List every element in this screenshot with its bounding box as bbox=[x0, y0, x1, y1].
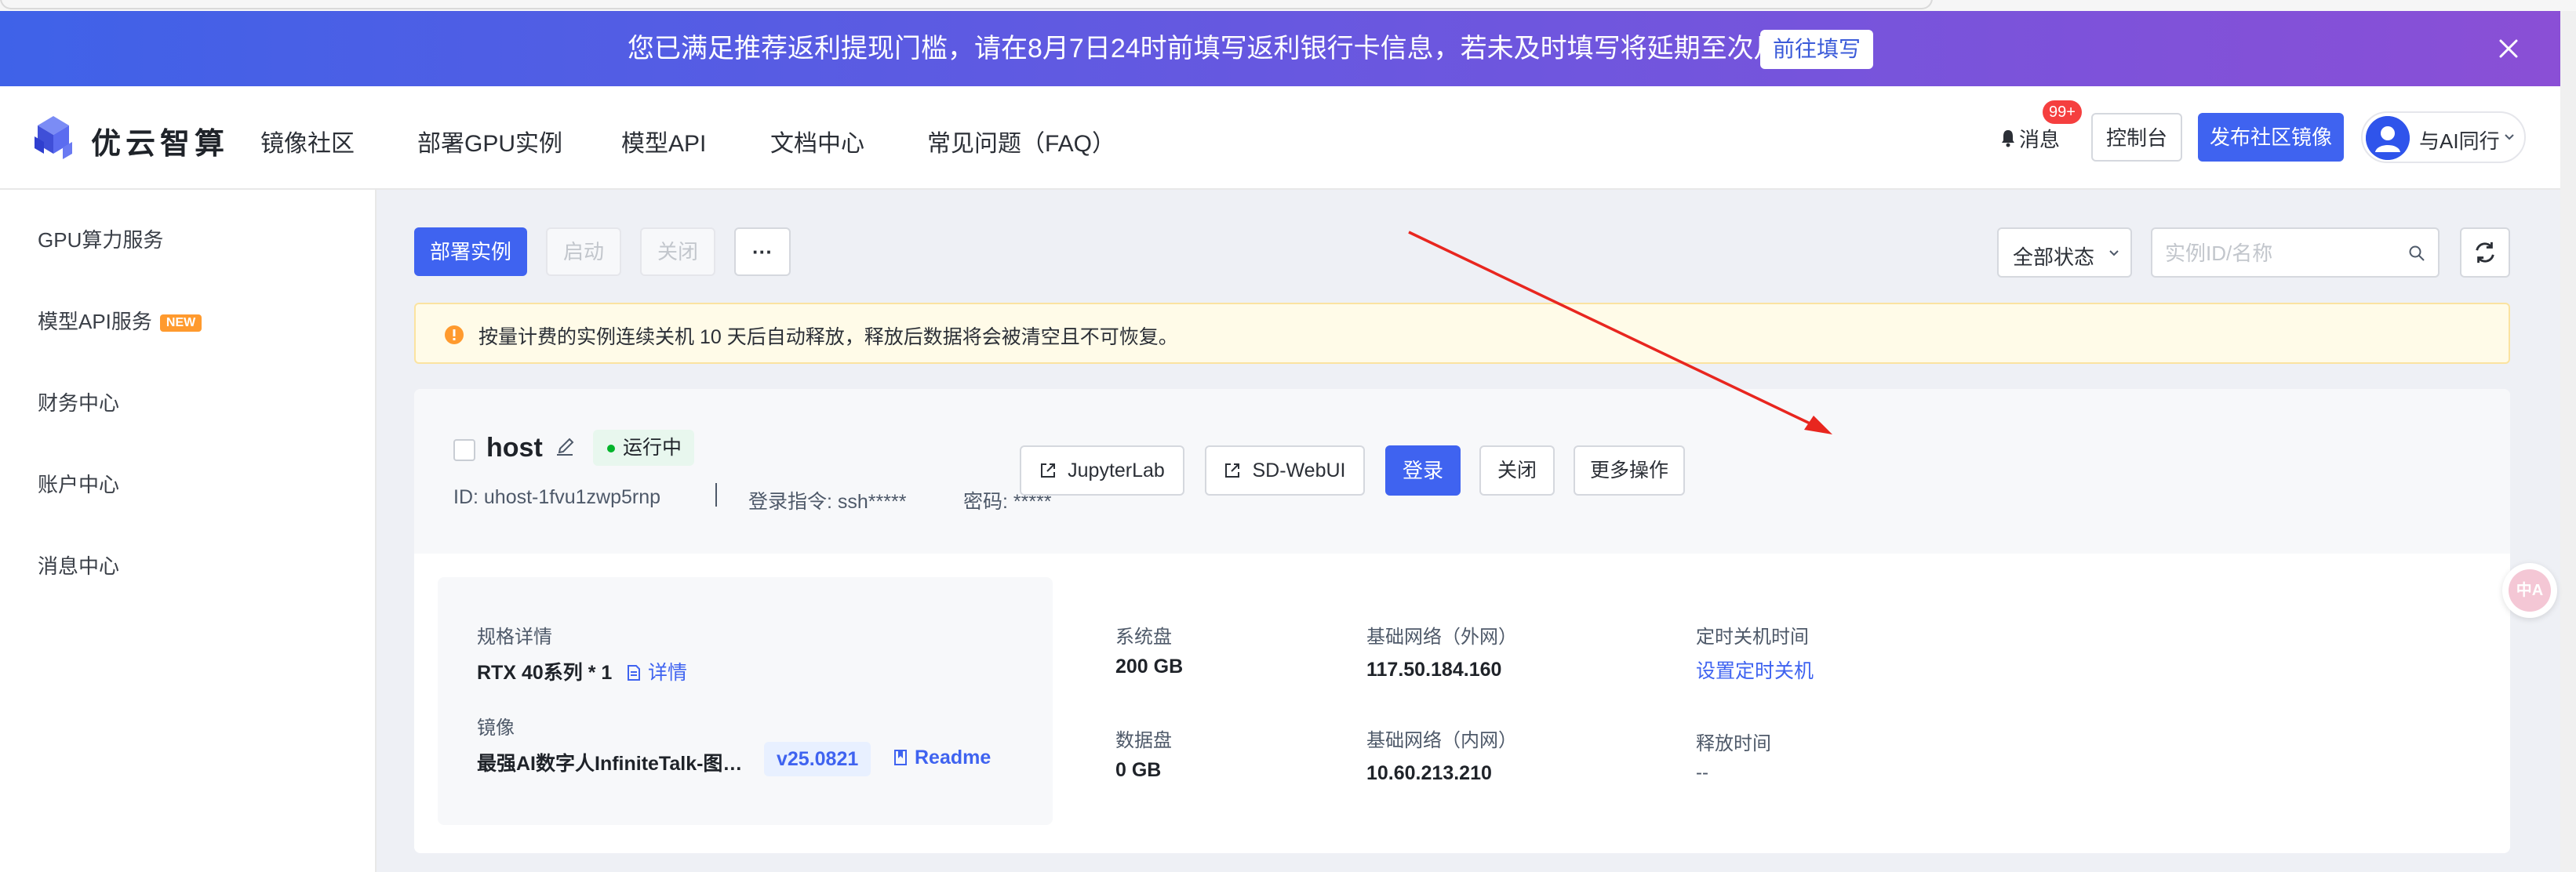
release-notice: 按量计费的实例连续关机 10 天后自动释放，释放后数据将会被清空且不可恢复。 bbox=[414, 303, 2510, 364]
spec-label: 规格详情 bbox=[477, 627, 552, 648]
instance-search bbox=[2151, 227, 2440, 278]
avatar bbox=[2366, 116, 2410, 160]
chevron-down-icon bbox=[2109, 250, 2119, 256]
user-name: 与AI同行 bbox=[2419, 129, 2500, 153]
banner-text: 您已满足推荐返利提现门槛，请在8月7日24时前填写返利银行卡信息，若未及时填写将… bbox=[628, 34, 1807, 64]
sidebar-item-gpu[interactable]: GPU算力服务 bbox=[38, 224, 163, 253]
release-time-value: -- bbox=[1696, 762, 1708, 783]
internal-network-label: 基础网络（内网） bbox=[1366, 730, 1517, 751]
chevron-down-icon bbox=[2505, 134, 2514, 140]
search-icon[interactable] bbox=[2408, 245, 2425, 262]
data-disk-label: 数据盘 bbox=[1115, 730, 1172, 751]
close-icon[interactable] bbox=[2494, 35, 2523, 63]
internal-network-value: 10.60.213.210 bbox=[1366, 762, 1492, 784]
status-text: 运行中 bbox=[623, 437, 682, 459]
new-badge: NEW bbox=[159, 314, 202, 332]
translate-widget[interactable]: 中A bbox=[2502, 563, 2557, 618]
nav-docs[interactable]: 文档中心 bbox=[770, 124, 864, 158]
login-button[interactable]: 登录 bbox=[1385, 445, 1461, 496]
document-icon bbox=[628, 665, 640, 681]
external-network-label: 基础网络（外网） bbox=[1366, 627, 1517, 648]
external-link-icon bbox=[1041, 463, 1056, 478]
bell-icon[interactable] bbox=[2000, 129, 2016, 147]
sidebar: GPU算力服务 模型API服务 NEW 财务中心 账户中心 消息中心 bbox=[0, 190, 377, 872]
warning-icon bbox=[445, 325, 464, 344]
console-button[interactable]: 控制台 bbox=[2091, 113, 2182, 162]
readme-link[interactable]: Readme bbox=[893, 747, 991, 769]
stop-button[interactable]: 关闭 bbox=[640, 227, 715, 276]
more-operations-button[interactable]: 更多操作 bbox=[1574, 445, 1685, 496]
messages-link[interactable]: 消息 bbox=[2019, 124, 2060, 153]
jupyterlab-button[interactable]: JupyterLab bbox=[1020, 445, 1184, 496]
jupyterlab-label: JupyterLab bbox=[1068, 460, 1165, 481]
instance-card: host 运行中 ID: uhost-1fvu1zwp5rnp 登录指令: ss… bbox=[414, 389, 2510, 853]
sidebar-item-messages[interactable]: 消息中心 bbox=[38, 550, 119, 580]
image-version-tag: v25.0821 bbox=[764, 742, 871, 776]
timer-label: 定时关机时间 bbox=[1696, 627, 1809, 648]
instance-card-header: host 运行中 ID: uhost-1fvu1zwp5rnp 登录指令: ss… bbox=[414, 389, 2510, 554]
external-network-value: 117.50.184.160 bbox=[1366, 659, 1502, 681]
external-link-icon bbox=[1225, 463, 1240, 478]
sidebar-item-account[interactable]: 账户中心 bbox=[38, 469, 119, 498]
top-navbar: 优云智算 镜像社区 部署GPU实例 模型API 文档中心 常见问题（FAQ） 消… bbox=[0, 86, 2560, 190]
system-disk-value: 200 GB bbox=[1115, 656, 1184, 678]
nav-mirror-community[interactable]: 镜像社区 bbox=[260, 124, 355, 158]
sd-webui-label: SD-WebUI bbox=[1252, 460, 1346, 481]
readme-label: Readme bbox=[915, 747, 991, 768]
status-filter-value: 全部状态 bbox=[2013, 245, 2095, 269]
instance-checkbox[interactable] bbox=[453, 439, 475, 461]
spec-panel: 规格详情 RTX 40系列 * 1 详情 镜像 最强AI数字人InfiniteT… bbox=[438, 577, 1053, 825]
meta-divider bbox=[715, 483, 717, 507]
browser-top-strip bbox=[0, 0, 2576, 11]
translate-icon: 中A bbox=[2509, 569, 2551, 612]
page-scrollbar[interactable] bbox=[2560, 11, 2576, 872]
start-button[interactable]: 启动 bbox=[546, 227, 621, 276]
publish-image-button[interactable]: 发布社区镜像 bbox=[2198, 113, 2344, 162]
announcement-banner: 您已满足推荐返利提现门槛，请在8月7日24时前填写返利银行卡信息，若未及时填写将… bbox=[0, 11, 2560, 86]
edit-icon[interactable] bbox=[554, 436, 576, 458]
sidebar-item-model-api[interactable]: 模型API服务 NEW bbox=[38, 306, 202, 335]
set-timer-link[interactable]: 设置定时关机 bbox=[1696, 656, 1814, 684]
messages-badge: 99+ bbox=[2043, 100, 2082, 124]
instance-name: host bbox=[486, 433, 543, 463]
nav-faq[interactable]: 常见问题（FAQ） bbox=[927, 124, 1115, 158]
spec-value: RTX 40系列 * 1 bbox=[477, 662, 613, 684]
deploy-instance-button[interactable]: 部署实例 bbox=[414, 227, 527, 276]
sidebar-item-finance[interactable]: 财务中心 bbox=[38, 387, 119, 416]
user-menu[interactable]: 与AI同行 bbox=[2361, 111, 2526, 163]
image-value: 最强AI数字人InfiniteTalk-图… bbox=[477, 753, 743, 775]
refresh-icon bbox=[2476, 242, 2494, 263]
logo-icon bbox=[35, 116, 72, 159]
search-input[interactable] bbox=[2163, 237, 2402, 270]
book-icon bbox=[894, 750, 907, 765]
instance-id: ID: uhost-1fvu1zwp5rnp bbox=[453, 486, 661, 508]
refresh-button[interactable] bbox=[2460, 227, 2510, 278]
spec-detail-label: 详情 bbox=[648, 662, 688, 684]
sd-webui-button[interactable]: SD-WebUI bbox=[1205, 445, 1365, 496]
nav-deploy-gpu[interactable]: 部署GPU实例 bbox=[417, 124, 562, 158]
release-time-label: 释放时间 bbox=[1696, 733, 1771, 754]
nav-model-api[interactable]: 模型API bbox=[621, 124, 706, 158]
notice-text: 按量计费的实例连续关机 10 天后自动释放，释放后数据将会被清空且不可恢复。 bbox=[478, 326, 1178, 348]
data-disk-value: 0 GB bbox=[1115, 759, 1162, 781]
brand-name: 优云智算 bbox=[91, 128, 230, 161]
status-badge: 运行中 bbox=[593, 430, 695, 466]
login-command: 登录指令: ssh***** bbox=[748, 491, 907, 513]
image-label: 镜像 bbox=[477, 718, 515, 739]
system-disk-label: 系统盘 bbox=[1115, 627, 1172, 648]
spec-detail-link[interactable]: 详情 bbox=[626, 657, 687, 685]
close-instance-button[interactable]: 关闭 bbox=[1479, 445, 1555, 496]
more-actions-button[interactable]: ··· bbox=[734, 227, 791, 276]
sidebar-item-label: 模型API服务 bbox=[38, 310, 152, 333]
status-filter-select[interactable]: 全部状态 bbox=[1997, 227, 2132, 278]
banner-fill-button[interactable]: 前往填写 bbox=[1760, 30, 1873, 69]
